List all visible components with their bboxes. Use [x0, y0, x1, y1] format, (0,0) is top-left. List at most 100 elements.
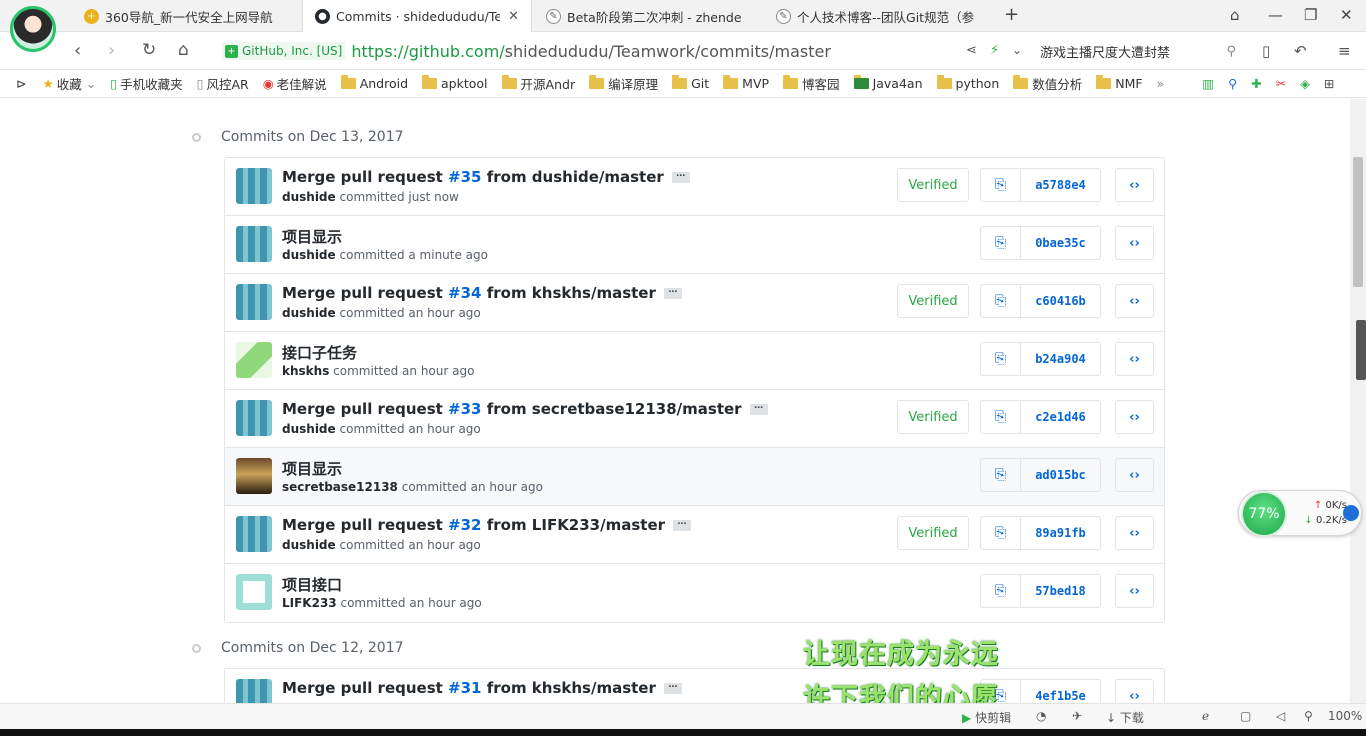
tab-github-commits[interactable]: ● Commits · shidedududu/Team ✕ [302, 0, 532, 32]
bookmark-folder-numerical[interactable]: 数值分析 [1013, 74, 1082, 93]
chevron-down-icon[interactable]: ⌄ [1012, 43, 1022, 57]
zoom-level[interactable]: 100% [1328, 709, 1362, 723]
commit-message[interactable]: 项目显示 [282, 226, 342, 247]
author-avatar[interactable] [236, 458, 272, 494]
author-avatar[interactable] [236, 574, 272, 610]
commit-message[interactable]: Merge pull request #35 from dushide/mast… [282, 168, 690, 186]
commit-message[interactable]: Merge pull request #33 from secretbase12… [282, 400, 768, 418]
commit-message[interactable]: Merge pull request #32 from LIFK233/mast… [282, 516, 692, 534]
mute-icon[interactable]: ◁ [1276, 709, 1285, 723]
commit-message[interactable]: 接口子任务 [282, 342, 357, 363]
close-tab-icon[interactable]: ✕ [508, 9, 519, 24]
author-avatar[interactable] [236, 342, 272, 378]
tab-beta-sprint[interactable]: ✎ Beta阶段第二次冲刺 - zhende [534, 0, 762, 32]
user-avatar[interactable] [10, 6, 56, 52]
verified-badge[interactable]: Verified [897, 284, 969, 318]
scrollbar-thumb[interactable] [1353, 157, 1363, 287]
commit-message[interactable]: 项目显示 [282, 458, 342, 479]
find-icon[interactable]: ⚲ [1228, 76, 1237, 91]
copy-sha-button[interactable]: ⎘ [981, 285, 1021, 317]
copy-sha-button[interactable]: ⎘ [981, 169, 1021, 201]
lightning-icon[interactable]: ⚡ [990, 43, 999, 58]
pin-icon[interactable]: ✈ [1072, 709, 1082, 723]
copy-sha-button[interactable]: ⎘ [981, 401, 1021, 433]
bookmark-java4an[interactable]: Java4an [853, 75, 923, 91]
side-panel-handle[interactable] [1356, 320, 1366, 380]
author-avatar[interactable] [236, 679, 272, 703]
undo-icon[interactable]: ↶ [1294, 42, 1307, 60]
translate-icon[interactable]: ✚ [1251, 76, 1261, 91]
bookmark-folder-apktool[interactable]: apktool [422, 75, 488, 91]
commit-author-link[interactable]: dushide [282, 538, 336, 552]
commit-sha-link[interactable]: a5788e4 [1021, 169, 1100, 201]
commit-sha-link[interactable]: ad015bc [1021, 459, 1100, 491]
url-text[interactable]: https://github.com/shidedududu/Teamwork/… [351, 42, 831, 61]
browse-repo-button[interactable]: ‹› [1115, 516, 1154, 550]
copy-sha-button[interactable]: ⎘ [981, 227, 1021, 259]
author-avatar[interactable] [236, 168, 272, 204]
zoom-icon[interactable]: ⚲ [1304, 709, 1313, 723]
expand-message-button[interactable]: … [663, 681, 682, 694]
ie-mode-icon[interactable]: ℯ [1202, 709, 1209, 723]
url-field[interactable]: + GitHub, Inc. [US] https://github.com/s… [222, 38, 1030, 64]
commit-author-link[interactable]: dushide [282, 422, 336, 436]
pull-request-link[interactable]: #35 [448, 168, 481, 186]
verified-badge[interactable]: Verified [897, 168, 969, 202]
bookmark-folder-android[interactable]: Android [340, 75, 408, 91]
bookmark-favorites[interactable]: ★ 收藏 ⌄ [42, 74, 96, 93]
bookmark-folder-mvp[interactable]: MVP [723, 75, 769, 91]
forward-icon[interactable]: › [108, 40, 115, 61]
author-avatar[interactable] [236, 284, 272, 320]
maximize-icon[interactable]: ❐ [1304, 6, 1317, 24]
accelerate-icon[interactable] [1343, 505, 1359, 521]
window-icon[interactable]: ▢ [1240, 709, 1251, 723]
vertical-scrollbar[interactable] [1350, 99, 1366, 703]
tab-360nav[interactable]: + 360导航_新一代安全上网导航 [72, 0, 300, 32]
copy-sha-button[interactable]: ⎘ [981, 517, 1021, 549]
commit-sha-link[interactable]: b24a904 [1021, 343, 1100, 375]
tab-git-guideline[interactable]: ✎ 个人技术博客--团队Git规范（参 [764, 0, 996, 32]
copy-sha-button[interactable]: ⎘ [981, 459, 1021, 491]
commit-author-link[interactable]: secretbase12138 [282, 480, 398, 494]
browse-repo-button[interactable]: ‹› [1115, 458, 1154, 492]
author-avatar[interactable] [236, 516, 272, 552]
share-icon[interactable]: ⋖ [966, 43, 977, 58]
shield-check-icon[interactable]: ◈ [1300, 76, 1310, 91]
commit-sha-link[interactable]: 4ef1b5e [1021, 680, 1100, 703]
close-window-icon[interactable]: ✕ [1340, 6, 1353, 24]
commit-author-link[interactable]: dushide [282, 248, 336, 262]
scissors-icon[interactable]: ✂ [1276, 76, 1286, 91]
expand-message-button[interactable]: … [673, 518, 692, 531]
commit-message[interactable]: Merge pull request #34 from khskhs/maste… [282, 284, 682, 302]
bookmark-fengkong[interactable]: ▯ 风控AR [197, 74, 249, 93]
bookmark-folder-python[interactable]: python [936, 75, 999, 91]
commit-author-link[interactable]: dushide [282, 190, 336, 204]
search-icon[interactable]: ⚲ [1226, 44, 1236, 59]
back-icon[interactable]: ‹ [74, 40, 81, 61]
commit-author-link[interactable]: dushide [282, 306, 336, 320]
copy-sha-button[interactable]: ⎘ [981, 575, 1021, 607]
author-avatar[interactable] [236, 226, 272, 262]
reader-icon[interactable]: ▥ [1202, 76, 1214, 91]
network-speed-widget[interactable]: 77% ↑ 0K/s ↓ 0.2K/s [1238, 490, 1362, 537]
browse-repo-button[interactable]: ‹› [1115, 226, 1154, 260]
minimize-icon[interactable]: — [1268, 6, 1283, 24]
download-button[interactable]: ↓ 下载 [1106, 709, 1144, 726]
commit-message[interactable]: 项目接口 [282, 574, 342, 595]
commit-sha-link[interactable]: c60416b [1021, 285, 1100, 317]
pull-request-link[interactable]: #33 [448, 400, 481, 418]
browse-repo-button[interactable]: ‹› [1115, 574, 1154, 608]
home-icon[interactable]: ⌂ [178, 40, 189, 60]
search-field[interactable]: 游戏主播尺度大遭封禁 ⚲ [1040, 40, 1236, 62]
bookmark-mobile[interactable]: ▯ 手机收藏夹 [110, 74, 182, 93]
shirt-skin-icon[interactable]: ⌂ [1230, 6, 1240, 24]
security-badge[interactable]: + GitHub, Inc. [US] [222, 42, 346, 60]
browse-repo-button[interactable]: ‹› [1115, 400, 1154, 434]
commit-sha-link[interactable]: 0bae35c [1021, 227, 1100, 259]
pull-request-link[interactable]: #31 [448, 679, 481, 697]
browse-repo-button[interactable]: ‹› [1115, 168, 1154, 202]
bookmark-folder-compiler[interactable]: 编译原理 [589, 74, 658, 93]
bookmark-folder-git[interactable]: Git [672, 75, 709, 91]
bookmark-folder-nmf[interactable]: NMF [1096, 75, 1143, 91]
more-bookmarks-icon[interactable]: » [1157, 76, 1165, 91]
